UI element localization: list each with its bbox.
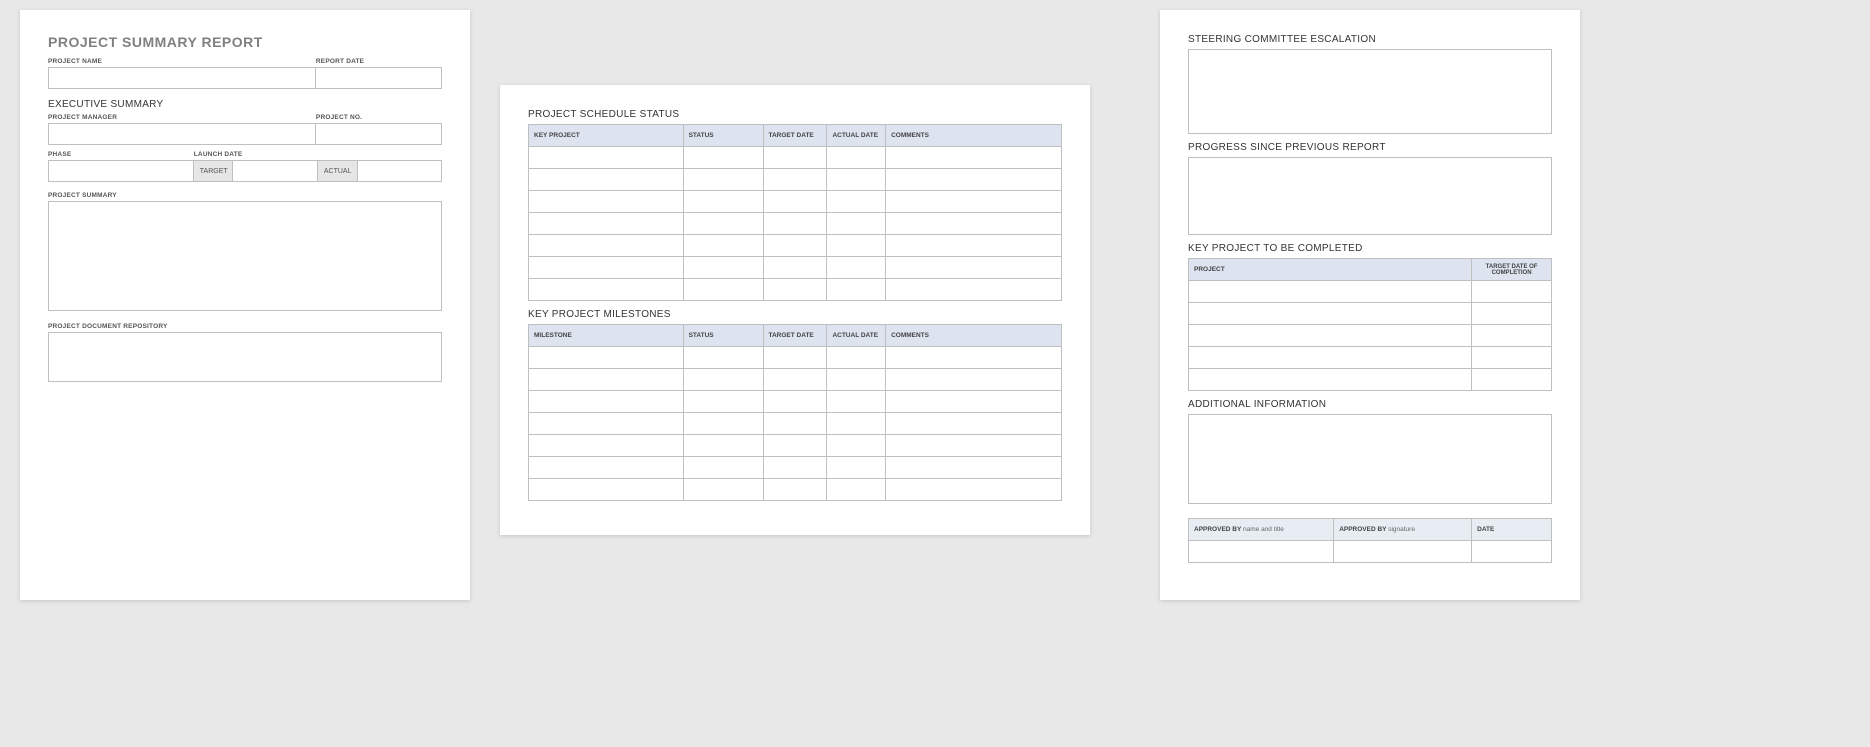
- input-actual-date[interactable]: [358, 160, 442, 182]
- th-date: DATE: [1472, 519, 1552, 541]
- table-row[interactable]: [1189, 369, 1552, 391]
- th-comments-2: COMMENTS: [886, 325, 1062, 347]
- th-actual-date-2: ACTUAL DATE: [827, 325, 886, 347]
- table-row[interactable]: [529, 257, 1062, 279]
- input-report-date[interactable]: [316, 67, 442, 89]
- table-row[interactable]: [529, 235, 1062, 257]
- page-1: PROJECT SUMMARY REPORT PROJECT NAME REPO…: [20, 10, 470, 600]
- th-approved-by-sig: APPROVED BY signature: [1334, 519, 1472, 541]
- table-row[interactable]: [1189, 303, 1552, 325]
- th-project: PROJECT: [1189, 259, 1472, 281]
- table-row[interactable]: [529, 413, 1062, 435]
- table-row[interactable]: [1189, 541, 1552, 563]
- input-steering-escalation[interactable]: [1188, 49, 1552, 134]
- heading-progress: PROGRESS SINCE PREVIOUS REPORT: [1188, 142, 1552, 153]
- table-key-project-complete: PROJECT TARGET DATE OF COMPLETION: [1188, 258, 1552, 391]
- report-title: PROJECT SUMMARY REPORT: [48, 34, 442, 50]
- table-row[interactable]: [529, 169, 1062, 191]
- label-project-name: PROJECT NAME: [48, 58, 316, 65]
- table-approval: APPROVED BY name and title APPROVED BY s…: [1188, 518, 1552, 563]
- table-row[interactable]: [529, 479, 1062, 501]
- table-schedule-status: KEY PROJECT STATUS TARGET DATE ACTUAL DA…: [528, 124, 1062, 301]
- label-project-summary: PROJECT SUMMARY: [48, 192, 442, 199]
- input-phase[interactable]: [48, 160, 194, 182]
- heading-steering: STEERING COMMITTEE ESCALATION: [1188, 34, 1552, 45]
- table-row[interactable]: [529, 347, 1062, 369]
- table-row[interactable]: [529, 435, 1062, 457]
- th-key-project: KEY PROJECT: [529, 125, 684, 147]
- table-row[interactable]: [529, 279, 1062, 301]
- table-row[interactable]: [1189, 325, 1552, 347]
- th-approved-by-name: APPROVED BY name and title: [1189, 519, 1334, 541]
- label-project-manager: PROJECT MANAGER: [48, 114, 316, 121]
- th-status-2: STATUS: [683, 325, 763, 347]
- table-row[interactable]: [529, 391, 1062, 413]
- label-actual: ACTUAL: [318, 160, 358, 182]
- page-2: PROJECT SCHEDULE STATUS KEY PROJECT STAT…: [500, 85, 1090, 535]
- table-row[interactable]: [529, 369, 1062, 391]
- table-row[interactable]: [529, 147, 1062, 169]
- th-target-date: TARGET DATE: [763, 125, 827, 147]
- input-project-manager[interactable]: [48, 123, 316, 145]
- table-row[interactable]: [529, 213, 1062, 235]
- th-comments: COMMENTS: [886, 125, 1062, 147]
- th-target-date-2: TARGET DATE: [763, 325, 827, 347]
- th-actual-date: ACTUAL DATE: [827, 125, 886, 147]
- label-report-date: REPORT DATE: [316, 58, 442, 65]
- label-project-no: PROJECT NO.: [316, 114, 442, 121]
- input-project-name[interactable]: [48, 67, 316, 89]
- table-row[interactable]: [1189, 347, 1552, 369]
- heading-additional-info: ADDITIONAL INFORMATION: [1188, 399, 1552, 410]
- label-launch-date: LAUNCH DATE: [194, 151, 442, 158]
- input-additional-info[interactable]: [1188, 414, 1552, 504]
- input-project-summary[interactable]: [48, 201, 442, 311]
- heading-milestones: KEY PROJECT MILESTONES: [528, 309, 1062, 320]
- th-milestone: MILESTONE: [529, 325, 684, 347]
- table-row[interactable]: [1189, 281, 1552, 303]
- input-target-date[interactable]: [233, 160, 317, 182]
- label-doc-repo: PROJECT DOCUMENT REPOSITORY: [48, 323, 442, 330]
- table-row[interactable]: [529, 457, 1062, 479]
- heading-executive-summary: EXECUTIVE SUMMARY: [48, 99, 442, 110]
- label-target: TARGET: [194, 160, 234, 182]
- label-phase: PHASE: [48, 151, 194, 158]
- th-status: STATUS: [683, 125, 763, 147]
- input-doc-repo[interactable]: [48, 332, 442, 382]
- table-milestones: MILESTONE STATUS TARGET DATE ACTUAL DATE…: [528, 324, 1062, 501]
- document-canvas: PROJECT SUMMARY REPORT PROJECT NAME REPO…: [0, 0, 1870, 620]
- heading-key-project-complete: KEY PROJECT TO BE COMPLETED: [1188, 243, 1552, 254]
- input-project-no[interactable]: [316, 123, 442, 145]
- heading-schedule-status: PROJECT SCHEDULE STATUS: [528, 109, 1062, 120]
- table-row[interactable]: [529, 191, 1062, 213]
- page-3: STEERING COMMITTEE ESCALATION PROGRESS S…: [1160, 10, 1580, 600]
- th-target-completion: TARGET DATE OF COMPLETION: [1472, 259, 1552, 281]
- input-progress[interactable]: [1188, 157, 1552, 235]
